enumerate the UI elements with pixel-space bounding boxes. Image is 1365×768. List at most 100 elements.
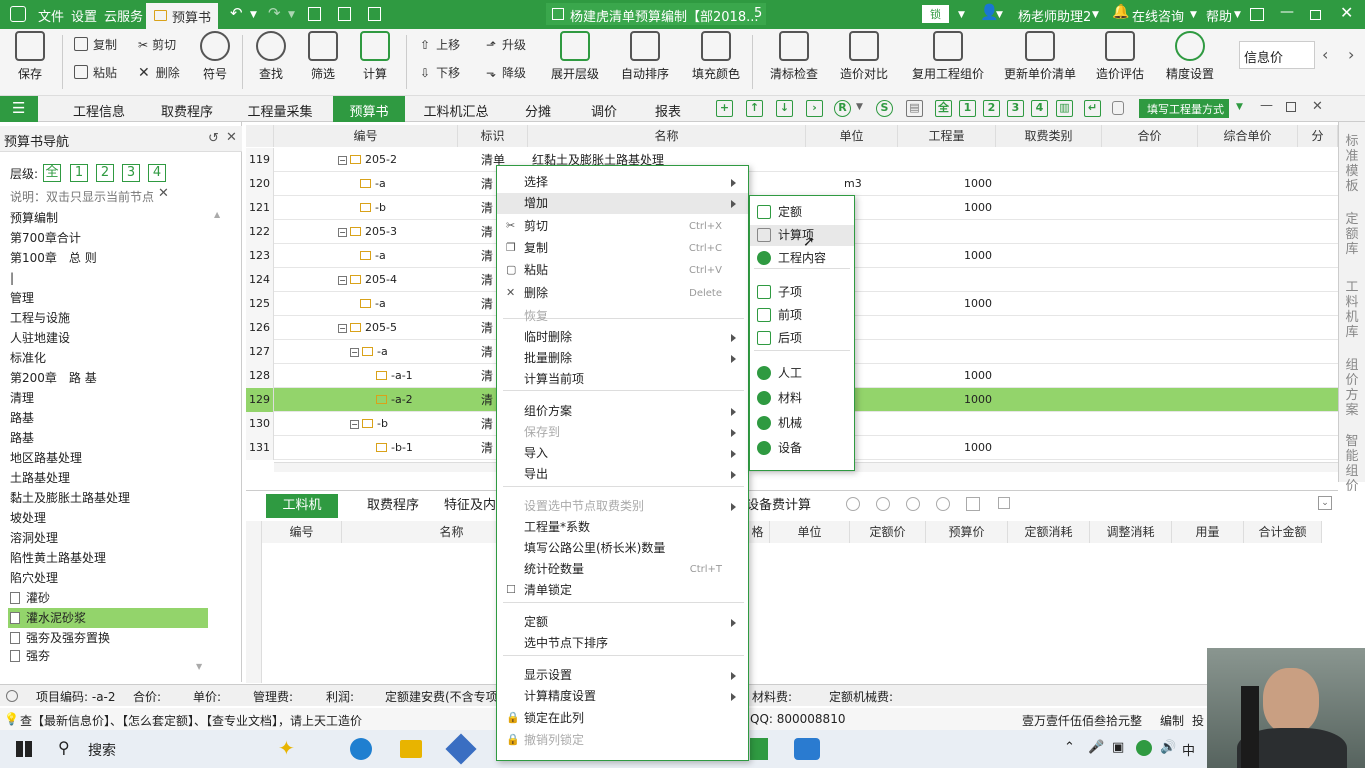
row-code[interactable]: −205-5 [338,316,397,340]
nav-level-3[interactable]: 3 [122,164,140,182]
context-menu-item[interactable]: 统计砼数量 Ctrl+T [497,559,748,580]
vtab-material-lib[interactable]: 工料机库 [1343,280,1361,340]
precision-button[interactable]: 精度设置 [1164,31,1216,82]
nav-tree-item[interactable]: 清理 [10,388,34,408]
bh-quota-consumption[interactable]: 定额消耗 [1008,521,1090,543]
hint-close-icon[interactable]: ✕ [158,186,169,201]
menu-cloud[interactable]: 云服务 [104,6,143,25]
row-code[interactable]: -a [360,292,386,316]
user-name[interactable]: 杨老师助理2 [1018,6,1091,25]
context-menu-item[interactable]: 临时删除 [497,327,748,348]
submenu-item[interactable]: 设备 [750,438,854,459]
context-menu-item[interactable]: 增加 [497,193,748,214]
bottom-group-icon[interactable] [966,497,980,511]
row-code[interactable]: -b [360,196,386,220]
row-quantity[interactable]: 1000 [936,196,992,220]
save-button[interactable]: 保存 [12,31,48,82]
grid-header-unit[interactable]: 单位 [806,125,898,147]
save-small-icon[interactable] [308,7,321,21]
bh-unit[interactable]: 单位 [770,521,850,543]
help-menu[interactable]: 帮助 [1206,6,1232,25]
collapse-panel-icon[interactable]: ⌄ [1318,496,1332,510]
nav-tree-item[interactable]: 第100章 总 则 [10,248,97,268]
downgrade-button[interactable]: ⬎ 降级 [486,64,526,81]
undo-icon[interactable]: ↶ [230,4,243,22]
context-menu-item[interactable]: ❐ 复制 Ctrl+C [497,238,748,259]
panel-minimize-icon[interactable]: — [1260,98,1273,113]
nav-tree-item[interactable]: 标准化 [10,348,46,368]
filter-button[interactable]: 筛选 [306,31,340,82]
nav-tree-item[interactable]: 第200章 路 基 [10,368,97,388]
btab-equipment-calc[interactable]: 设备费计算 [746,494,812,518]
fill-mode-dropdown-icon[interactable]: ▼ [1236,102,1243,112]
nav-tree-item[interactable]: 土路基处理 [10,468,70,488]
tab-fee-procedure[interactable]: 取费程序 [150,96,224,122]
redo-icon[interactable]: ↷ [268,4,281,22]
nav-tree-item[interactable]: 强夯及强夯置换 [10,628,110,648]
nav-tree-item[interactable]: 陷性黄土路基处理 [10,548,106,568]
context-menu-item[interactable]: ▢ 粘贴 Ctrl+V [497,260,748,281]
equipment-icon[interactable]: S [876,100,893,117]
row-quantity[interactable]: 1000 [936,388,992,412]
grid-header-qty[interactable]: 工程量 [898,125,996,147]
auto-sort-button[interactable]: 自动排序 [620,31,670,82]
context-menu-item[interactable]: 填写公路公里(桥长米)数量 [497,538,748,559]
calc-item-icon[interactable]: ▤ [906,100,923,117]
level-2-icon[interactable]: 2 [983,100,1000,117]
chevron-right-icon[interactable]: › [1348,45,1354,64]
move-down-button[interactable]: ⇩ 下移 [420,64,460,81]
nav-level-4[interactable]: 4 [148,164,166,182]
row-code[interactable]: -a-2 [376,388,413,412]
context-menu-item[interactable]: 工程量*系数 [497,517,748,538]
maximize-icon[interactable] [1310,10,1321,20]
context-menu-item[interactable]: ☐ 清单锁定 [497,580,748,601]
edit-icon[interactable] [338,7,351,21]
context-menu-item[interactable]: 导入 [497,443,748,464]
reuse-group-button[interactable]: 复用工程组价 [910,31,986,82]
submenu-item[interactable]: 材料 [750,388,854,409]
nav-tree-item[interactable]: 强夯 [10,646,50,666]
context-menu-item[interactable]: 定额 [497,612,748,633]
fill-quantity-mode-button[interactable]: 填写工程量方式 [1139,99,1229,118]
row-code[interactable]: -a [360,172,386,196]
tab-allocation[interactable]: 分摊 [510,96,566,122]
grid-header-flag[interactable]: 标识 [458,125,528,147]
nav-pin-icon[interactable]: ↺ [208,131,219,146]
row-quantity[interactable]: 1000 [936,364,992,388]
expand-level-button[interactable]: 展开层级 [550,31,600,82]
nav-scroll-up-icon[interactable]: ▲ [214,210,220,219]
lock-dropdown-icon[interactable]: ▼ [958,10,965,20]
row-code[interactable]: −205-2 [338,148,397,172]
grid-header-unit-price[interactable]: 综合单价 [1198,125,1298,147]
upgrade-button[interactable]: ⬏ 升级 [486,36,526,53]
calc-button[interactable]: 计算 [358,31,392,82]
nav-tree-item[interactable]: 工程与设施 [10,308,70,328]
volume-icon[interactable]: 🔊 [1160,740,1176,755]
row-code[interactable]: -a [360,244,386,268]
edge-browser-icon[interactable] [350,738,372,760]
insert-quota-icon[interactable]: + [716,100,733,117]
panel-restore-icon[interactable] [1286,102,1296,112]
vtab-standard-template[interactable]: 标准模板 [1343,134,1361,194]
nav-tree-item[interactable]: 灌砂 [10,588,50,608]
nav-close-icon[interactable]: ✕ [226,130,237,145]
btab-features[interactable]: 特征及内 [444,494,500,518]
check-list-button[interactable]: 清标检查 [768,31,820,82]
context-menu-item[interactable]: ✕ 删除 Delete [497,283,748,304]
vtab-quota-lib[interactable]: 定额库 [1343,212,1361,257]
bottom-equipment-icon[interactable] [936,497,950,511]
context-menu-item[interactable]: 导出 [497,464,748,485]
bh-budget-price[interactable]: 预算价 [926,521,1008,543]
tab-budget-file[interactable]: 预算书 [146,3,218,29]
submenu-item[interactable]: 前项 [750,305,854,326]
tab-quantity-collect[interactable]: 工程量采集 [238,96,322,122]
find-button[interactable]: 查找 [254,31,288,82]
move-up-button[interactable]: ⇧ 上移 [420,36,460,53]
grid-header-fee-type[interactable]: 取费类别 [996,125,1102,147]
update-price-button[interactable]: 更新单价清单 [1002,31,1078,82]
bottom-material-icon[interactable] [876,497,890,511]
lock-badge[interactable]: 锁 [922,5,949,23]
price-compare-button[interactable]: 造价对比 [838,31,890,82]
grid-header-extra[interactable]: 分 [1298,125,1338,147]
nav-level-all[interactable]: 全 [43,164,61,182]
